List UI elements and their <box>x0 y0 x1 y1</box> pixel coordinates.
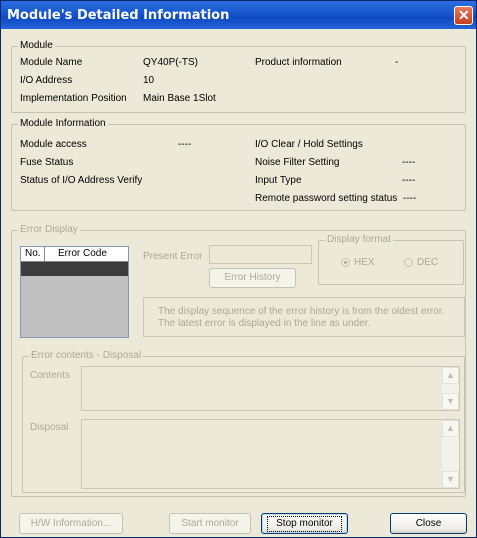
present-error-label: Present Error <box>143 251 203 262</box>
scroll-down-icon[interactable]: ▼ <box>442 393 459 410</box>
note-line-1: The display sequence of the error histor… <box>158 306 445 317</box>
display-format-group: Display format <box>318 234 464 285</box>
module-information-group-title: Module Information <box>18 118 108 130</box>
remote-password-label: Remote password setting status <box>255 193 398 204</box>
io-clear-hold-label: I/O Clear / Hold Settings <box>255 139 363 150</box>
input-type-value: ---- <box>402 175 416 186</box>
dec-radio[interactable] <box>404 258 413 267</box>
error-display-group-title: Error Display <box>18 224 80 236</box>
error-list[interactable]: No. Error Code <box>20 246 129 338</box>
implementation-position-value: Main Base 1Slot <box>143 93 216 104</box>
implementation-position-label: Implementation Position <box>20 93 127 104</box>
noise-filter-label: Noise Filter Setting <box>255 157 340 168</box>
module-name-value: QY40P(-TS) <box>143 57 199 68</box>
disposal-scrollbar[interactable]: ▲ ▼ <box>442 420 459 488</box>
contents-textarea[interactable]: ▲ ▼ <box>81 366 460 411</box>
hex-radio[interactable] <box>341 258 350 267</box>
module-information-group: Module Information <box>11 118 466 211</box>
contents-label: Contents <box>30 370 71 381</box>
start-monitor-button[interactable]: Start monitor <box>169 513 251 534</box>
error-contents-title: Error contents - Disposal <box>29 350 144 362</box>
error-list-header-code: Error Code <box>45 247 128 262</box>
module-group-title: Module <box>18 40 55 52</box>
io-address-verify-label: Status of I/O Address Verify <box>20 175 143 186</box>
module-detail-window: Module's Detailed Information ✕ Module M… <box>0 0 477 538</box>
product-info-label: Product information <box>255 57 342 68</box>
fuse-status-label: Fuse Status <box>20 157 74 168</box>
input-type-label: Input Type <box>255 175 302 186</box>
stop-monitor-button[interactable]: Stop monitor <box>261 513 348 534</box>
error-history-button[interactable]: Error History <box>209 268 296 288</box>
disposal-label: Disposal <box>30 422 69 433</box>
module-access-label: Module access <box>20 139 87 150</box>
hw-information-button[interactable]: H/W Information... <box>19 513 123 534</box>
dec-label: DEC <box>417 257 439 268</box>
close-button[interactable]: Close <box>390 513 467 534</box>
hex-label: HEX <box>354 257 375 268</box>
module-access-value: ---- <box>178 139 192 150</box>
title-bar[interactable]: Module's Detailed Information ✕ <box>1 1 476 29</box>
close-window-button[interactable]: ✕ <box>454 6 473 25</box>
window-title: Module's Detailed Information <box>7 8 230 23</box>
disposal-textarea[interactable]: ▲ ▼ <box>81 419 460 489</box>
remote-password-value: ---- <box>403 193 417 204</box>
io-address-label: I/O Address <box>20 75 73 86</box>
contents-scrollbar[interactable]: ▲ ▼ <box>442 367 459 410</box>
module-name-label: Module Name <box>20 57 83 68</box>
io-address-value: 10 <box>143 75 155 86</box>
display-format-title: Display format <box>325 234 393 246</box>
noise-filter-value: ---- <box>402 157 416 168</box>
note-line-2: The latest error is displayed in the lin… <box>158 318 371 329</box>
present-error-field <box>209 245 312 264</box>
error-list-header-no: No. <box>21 247 45 262</box>
error-list-selected-row[interactable] <box>21 262 128 276</box>
close-icon: ✕ <box>458 7 470 23</box>
error-history-note: The display sequence of the error histor… <box>143 297 465 337</box>
product-info-value: - <box>395 57 399 68</box>
scroll-up-icon[interactable]: ▲ <box>442 367 459 384</box>
scroll-down-icon[interactable]: ▼ <box>442 471 459 488</box>
scroll-up-icon[interactable]: ▲ <box>442 420 459 437</box>
